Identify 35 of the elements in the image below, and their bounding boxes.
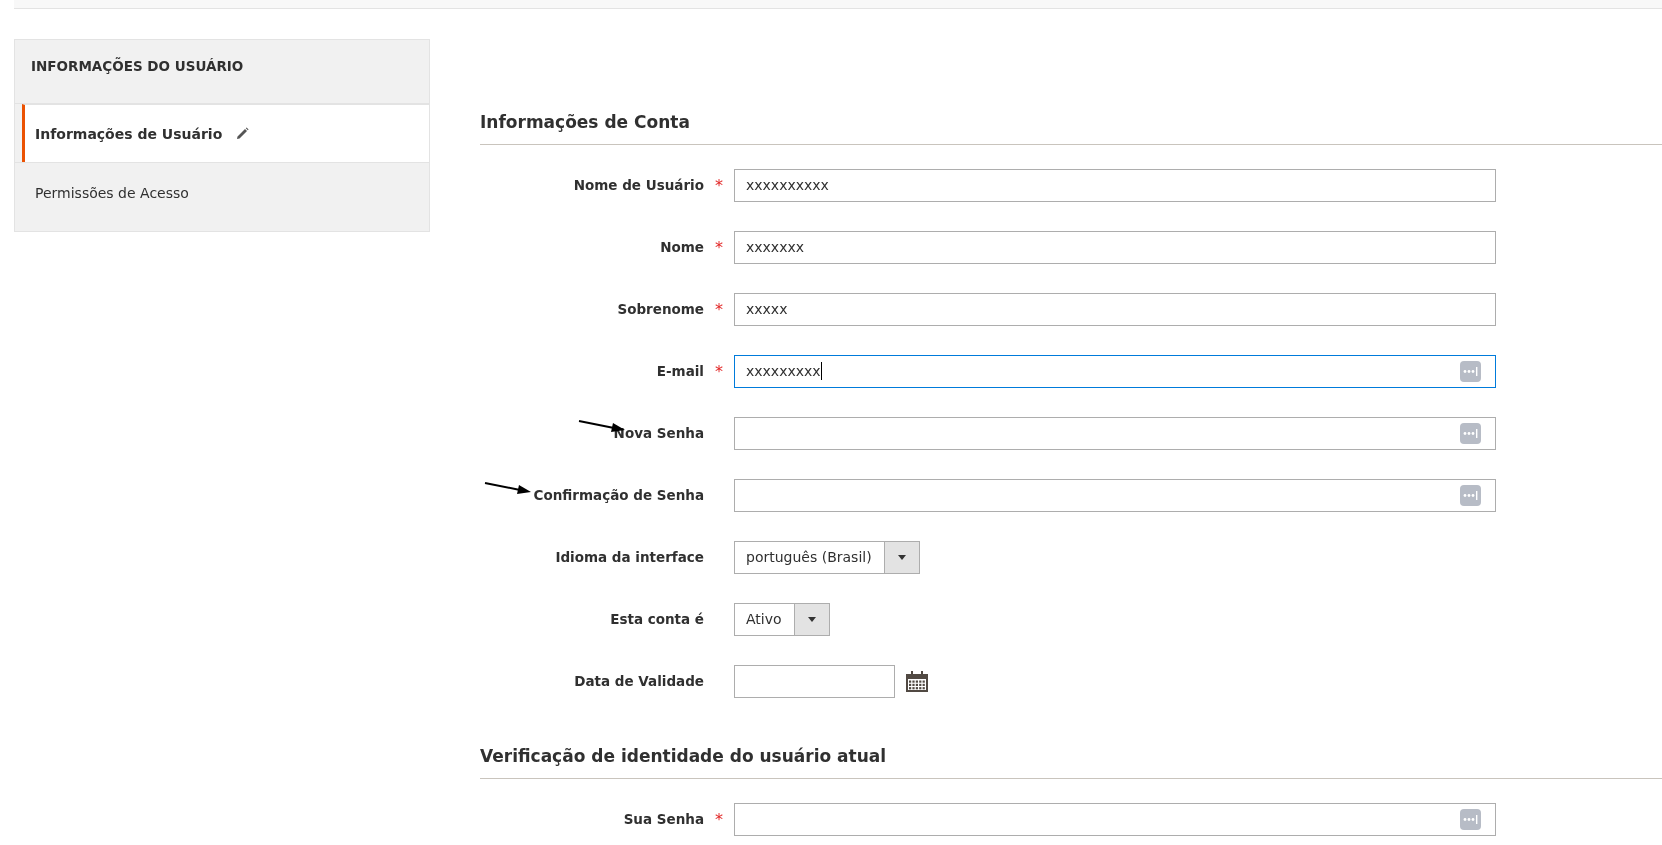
input-field[interactable]: xxxxxxxxx <box>734 354 1496 388</box>
field-label: Idioma da interface <box>554 549 704 565</box>
dropdown[interactable]: português (Brasil) <box>734 540 920 574</box>
field-label: Sua Senha <box>622 811 704 827</box>
input-field[interactable]: xxxxxxxxxx <box>734 168 1496 202</box>
required-asterisk: * <box>715 175 723 195</box>
calendar-icon[interactable] <box>906 670 928 692</box>
field-label: Confirmação de Senha <box>480 487 704 503</box>
section-title: Informações de Conta <box>480 112 1662 145</box>
password-manager-icon[interactable] <box>1460 808 1481 830</box>
password-manager-icon[interactable] <box>1460 422 1481 444</box>
field-label: Esta conta é <box>609 611 704 627</box>
required-asterisk: * <box>715 299 723 319</box>
input-field[interactable] <box>734 478 1496 512</box>
required-asterisk: * <box>715 361 723 381</box>
password-manager-icon[interactable] <box>1460 484 1481 506</box>
field-label: Sobrenome <box>616 301 704 317</box>
input-field[interactable]: xxxxxxx <box>734 230 1496 264</box>
caret-icon <box>897 554 906 560</box>
sidebar-tab[interactable]: Permissões de Acesso <box>15 162 429 232</box>
date-field[interactable] <box>734 664 895 698</box>
dropdown[interactable]: Ativo <box>734 602 830 636</box>
field-label: Nome de Usuário <box>572 177 704 193</box>
input-field[interactable]: xxxxx <box>734 292 1496 326</box>
sidebar-tab[interactable]: Informações de Usuário <box>22 104 429 162</box>
input-field[interactable] <box>734 416 1496 450</box>
caret-icon <box>807 616 816 622</box>
section-title: Verificação de identidade do usuário atual <box>480 746 1662 779</box>
password-manager-icon[interactable] <box>1460 360 1481 382</box>
field-label: Nome <box>659 239 704 255</box>
field-label: E-mail <box>655 363 704 379</box>
input-field[interactable] <box>734 802 1496 836</box>
field-label: Data de Validade <box>573 673 704 689</box>
required-asterisk: * <box>715 237 723 257</box>
required-asterisk: * <box>715 809 723 829</box>
